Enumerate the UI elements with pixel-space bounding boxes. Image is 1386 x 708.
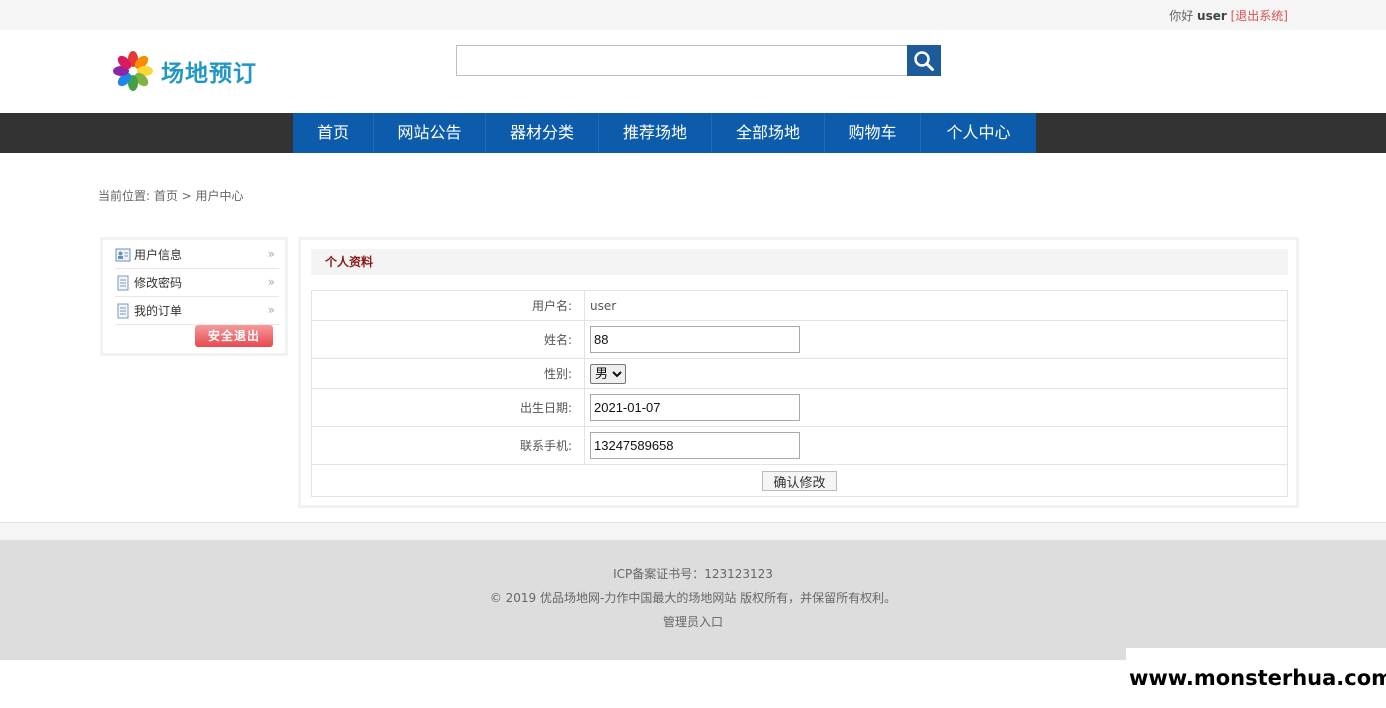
safe-logout-button[interactable]: 安全退出: [195, 325, 273, 347]
user-sidebar: 用户信息 » 修改密码 » 我的订单 » 安全退出: [100, 237, 288, 356]
nav-cart[interactable]: 购物车: [825, 113, 921, 153]
search-icon: [914, 50, 934, 71]
site-logo[interactable]: 场地预订: [111, 50, 257, 92]
document-icon: [117, 275, 129, 290]
phone-field[interactable]: [590, 432, 800, 459]
nav-recommended-venues[interactable]: 推荐场地: [599, 113, 712, 153]
document-icon: [117, 303, 129, 318]
chevron-right-icon: »: [267, 247, 275, 261]
flower-logo-icon: [113, 51, 153, 91]
footer-divider: [0, 522, 1386, 540]
profile-form: 用户名: user 姓名: 性别: 男 出生日期: 联系手机: 确认修改: [311, 290, 1288, 497]
user-card-icon: [115, 248, 131, 261]
search-input[interactable]: [456, 45, 908, 76]
top-bar: 你好 user [退出系统]: [0, 0, 1386, 30]
nav-home[interactable]: 首页: [293, 113, 374, 153]
sidebar-item-label: 我的订单: [134, 304, 183, 318]
admin-link[interactable]: 管理员入口: [0, 613, 1386, 630]
header: 场地预订: [0, 30, 1386, 113]
panel-title: 个人资料: [311, 249, 1288, 275]
main-nav: 首页 网站公告 器材分类 推荐场地 全部场地 购物车 个人中心: [0, 113, 1386, 153]
breadcrumb: 当前位置: 首页 > 用户中心: [98, 189, 244, 203]
nav-announcements[interactable]: 网站公告: [374, 113, 486, 153]
search-button[interactable]: [907, 45, 941, 76]
profile-panel: 个人资料 用户名: user 姓名: 性别: 男 出生日期: 联系手机:: [298, 237, 1299, 508]
birthday-field[interactable]: [590, 394, 800, 421]
sidebar-item-my-orders[interactable]: 我的订单 »: [115, 297, 279, 325]
logo-text: 场地预订: [161, 61, 257, 87]
username-label: 用户名:: [311, 290, 585, 321]
user-greeting: 你好 user [退出系统]: [1169, 7, 1288, 24]
form-row-username: 用户名: user: [311, 290, 1288, 321]
form-row-submit: 确认修改: [311, 464, 1288, 497]
nav-equipment-category[interactable]: 器材分类: [486, 113, 599, 153]
name-label: 姓名:: [311, 320, 585, 359]
gender-label: 性别:: [311, 358, 585, 389]
birthday-label: 出生日期:: [311, 388, 585, 427]
footer: ICP备案证书号：123123123 © 2019 优品场地网-力作中国最大的场…: [0, 540, 1386, 660]
chevron-right-icon: »: [267, 275, 275, 289]
watermark: www.monsterhua.com: [1126, 648, 1386, 708]
sidebar-item-change-password[interactable]: 修改密码 »: [115, 269, 279, 297]
gender-select[interactable]: 男: [590, 363, 626, 384]
greeting-text: 你好: [1169, 9, 1194, 23]
sidebar-item-user-info[interactable]: 用户信息 »: [115, 241, 279, 269]
chevron-right-icon: »: [267, 303, 275, 317]
username-text: user: [1197, 9, 1227, 23]
sidebar-item-label: 用户信息: [134, 248, 183, 262]
form-row-gender: 性别: 男: [311, 358, 1288, 389]
phone-label: 联系手机:: [311, 426, 585, 465]
username-value: user: [584, 290, 1288, 321]
confirm-update-button[interactable]: 确认修改: [762, 470, 837, 491]
copyright-text: © 2019 优品场地网-力作中国最大的场地网站 版权所有，并保留所有权利。: [489, 591, 897, 605]
form-row-birthday: 出生日期:: [311, 388, 1288, 427]
form-row-name: 姓名:: [311, 320, 1288, 359]
logout-link[interactable]: [退出系统]: [1231, 9, 1288, 23]
nav-personal-center[interactable]: 个人中心: [921, 113, 1036, 153]
form-row-phone: 联系手机:: [311, 426, 1288, 465]
sidebar-item-label: 修改密码: [134, 276, 183, 290]
watermark-text: www.monsterhua.com: [1129, 666, 1386, 690]
nav-all-venues[interactable]: 全部场地: [712, 113, 825, 153]
icp-text: ICP备案证书号：123123123: [613, 567, 773, 581]
name-field[interactable]: [590, 326, 800, 353]
